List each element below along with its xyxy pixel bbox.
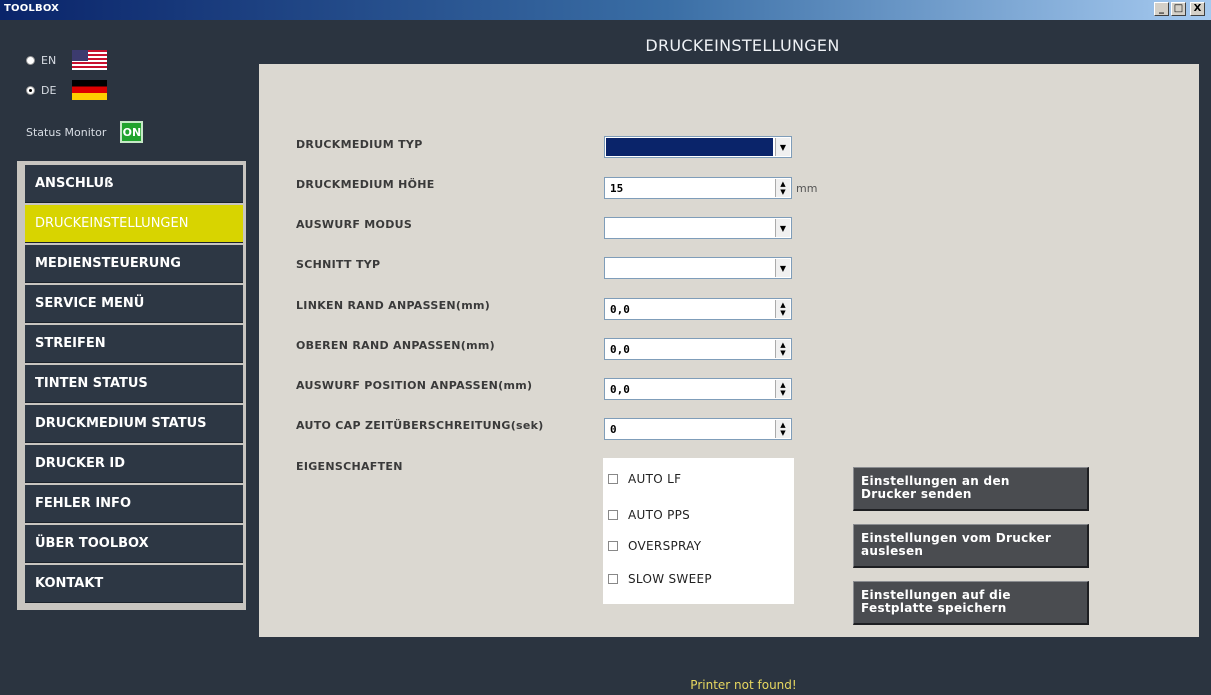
top-margin-spinner[interactable]: 0,0 ▲ ▼ (604, 338, 792, 360)
window-controls: _ □ X (1154, 2, 1205, 16)
medium-height-value: 15 (610, 182, 624, 195)
menu-item-tinten-status[interactable]: TINTEN STATUS (25, 365, 243, 403)
menu-item-anschluss[interactable]: ANSCHLUß (25, 165, 243, 203)
left-margin-value: 0,0 (610, 303, 630, 316)
cut-type-value (606, 259, 773, 277)
spin-arrows-icon[interactable]: ▲ ▼ (775, 300, 790, 318)
chevron-down-icon[interactable]: ▼ (775, 138, 790, 156)
medium-height-unit: mm (796, 182, 818, 195)
send-settings-button[interactable]: Einstellungen an den Drucker senden (853, 467, 1089, 511)
eject-mode-value (606, 219, 773, 237)
menu-item-fehler-info[interactable]: FEHLER INFO (25, 485, 243, 523)
field-label-left-margin: LINKEN RAND ANPASSEN(mm) (296, 299, 491, 312)
medium-height-spinner[interactable]: 15 ▲ ▼ (604, 177, 792, 199)
option-slow-sweep[interactable]: SLOW SWEEP (608, 572, 712, 586)
menu-item-mediensteuerung[interactable]: MEDIENSTEUERUNG (25, 245, 243, 283)
medium-type-value (606, 138, 773, 156)
option-auto-pps[interactable]: AUTO PPS (608, 508, 690, 522)
settings-panel: DRUCKMEDIUM TYP ▼ DRUCKMEDIUM HÖHE 15 ▲ ▼… (259, 64, 1199, 637)
option-auto-lf[interactable]: AUTO LF (608, 472, 681, 486)
option-overspray-label: OVERSPRAY (628, 539, 702, 553)
sidebar-menu: ANSCHLUß DRUCKEINSTELLUNGEN MEDIENSTEUER… (17, 161, 246, 610)
read-settings-line2: auslesen (861, 544, 924, 558)
language-de-label: DE (41, 83, 57, 97)
spin-arrows-icon[interactable]: ▲ ▼ (775, 340, 790, 358)
menu-item-streifen[interactable]: STREIFEN (25, 325, 243, 363)
read-settings-button[interactable]: Einstellungen vom Drucker auslesen (853, 524, 1089, 568)
printer-status-message: Printer not found! (690, 678, 797, 692)
eject-position-spinner[interactable]: 0,0 ▲ ▼ (604, 378, 792, 400)
spin-arrows-icon[interactable]: ▲ ▼ (775, 420, 790, 438)
field-label-medium-type: DRUCKMEDIUM TYP (296, 138, 423, 151)
field-label-cut-type: SCHNITT TYP (296, 258, 381, 271)
send-settings-line2: Drucker senden (861, 487, 972, 501)
menu-item-kontakt[interactable]: KONTAKT (25, 565, 243, 603)
option-auto-lf-label: AUTO LF (628, 472, 682, 486)
close-button[interactable]: X (1190, 2, 1205, 16)
field-label-auto-cap-timeout: AUTO CAP ZEITÜBERSCHREITUNG(sek) (296, 419, 544, 432)
checkbox-slow-sweep[interactable] (608, 574, 618, 584)
language-en-label: EN (41, 53, 57, 67)
field-label-eject-position: AUSWURF POSITION ANPASSEN(mm) (296, 379, 533, 392)
status-monitor-label: Status Monitor (26, 125, 107, 139)
top-margin-value: 0,0 (610, 343, 630, 356)
language-option-de[interactable]: DE (26, 80, 108, 100)
eject-position-value: 0,0 (610, 383, 630, 396)
option-slow-sweep-label: SLOW SWEEP (628, 572, 712, 586)
field-label-eject-mode: AUSWURF MODUS (296, 218, 413, 231)
properties-box: AUTO LF AUTO PPS OVERSPRAY SLOW SWEEP (603, 458, 794, 604)
chevron-down-icon[interactable]: ▼ (775, 259, 790, 277)
language-de-radio[interactable] (26, 85, 35, 95)
cut-type-select[interactable]: ▼ (604, 257, 792, 279)
field-label-properties: EIGENSCHAFTEN (296, 460, 403, 473)
menu-item-druckeinstellungen[interactable]: DRUCKEINSTELLUNGEN (25, 205, 243, 243)
page-title: DRUCKEINSTELLUNGEN (645, 36, 840, 55)
checkbox-auto-lf[interactable] (608, 474, 618, 484)
language-en-radio[interactable] (26, 55, 35, 65)
menu-item-druckmedium-status[interactable]: DRUCKMEDIUM STATUS (25, 405, 243, 443)
menu-item-drucker-id[interactable]: DRUCKER ID (25, 445, 243, 483)
field-label-medium-height: DRUCKMEDIUM HÖHE (296, 178, 435, 191)
left-margin-spinner[interactable]: 0,0 ▲ ▼ (604, 298, 792, 320)
window-titlebar[interactable]: TOOLBOX _ □ X (0, 0, 1211, 20)
us-flag-icon[interactable] (72, 50, 108, 70)
option-overspray[interactable]: OVERSPRAY (608, 539, 701, 553)
menu-item-ueber-toolbox[interactable]: ÜBER TOOLBOX (25, 525, 243, 563)
minimize-button[interactable]: _ (1154, 2, 1169, 16)
spin-arrows-icon[interactable]: ▲ ▼ (775, 380, 790, 398)
language-option-en[interactable]: EN (26, 50, 108, 70)
save-settings-line2: Festplatte speichern (861, 601, 1007, 615)
de-flag-icon[interactable] (72, 80, 108, 100)
checkbox-overspray[interactable] (608, 541, 618, 551)
auto-cap-timeout-value: 0 (610, 423, 617, 436)
save-settings-button[interactable]: Einstellungen auf die Festplatte speiche… (853, 581, 1089, 625)
option-auto-pps-label: AUTO PPS (628, 508, 691, 522)
status-monitor-toggle[interactable]: ON (120, 121, 144, 143)
checkbox-auto-pps[interactable] (608, 510, 618, 520)
medium-type-select[interactable]: ▼ (604, 136, 792, 158)
menu-item-service-menu[interactable]: SERVICE MENÜ (25, 285, 243, 323)
status-monitor: Status Monitor ON (26, 121, 144, 143)
window-title: TOOLBOX (4, 3, 60, 14)
auto-cap-timeout-spinner[interactable]: 0 ▲ ▼ (604, 418, 792, 440)
maximize-button[interactable]: □ (1171, 2, 1186, 16)
chevron-down-icon[interactable]: ▼ (775, 219, 790, 237)
spin-arrows-icon[interactable]: ▲ ▼ (775, 179, 790, 197)
field-label-top-margin: OBEREN RAND ANPASSEN(mm) (296, 339, 495, 352)
eject-mode-select[interactable]: ▼ (604, 217, 792, 239)
